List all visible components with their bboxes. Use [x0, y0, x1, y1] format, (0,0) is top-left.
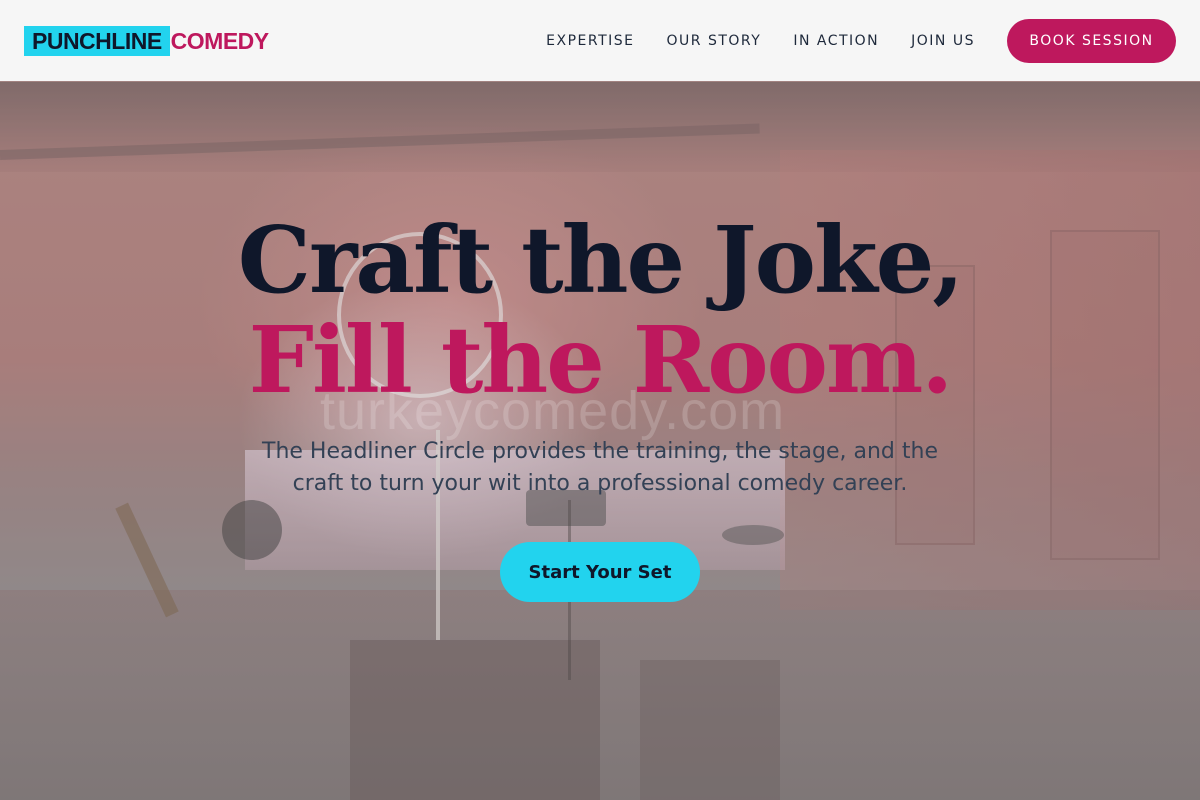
main-nav: EXPERTISE OUR STORY IN ACTION JOIN US BO…	[546, 18, 1176, 63]
hero-headline-line2: Fill the Room.	[248, 306, 954, 414]
book-session-button[interactable]: BOOK SESSION	[1007, 18, 1176, 63]
start-your-set-button[interactable]: Start Your Set	[500, 542, 700, 602]
hero-subtitle: The Headliner Circle provides the traini…	[262, 439, 938, 496]
hero-section: Craft the Joke, Fill the Room. The Headl…	[0, 210, 1200, 602]
top-navbar: PUNCHLINE COMEDY EXPERTISE OUR STORY IN …	[0, 0, 1200, 81]
nav-link-our-story[interactable]: OUR STORY	[667, 33, 762, 49]
logo-text-punchline: PUNCHLINE	[24, 25, 170, 56]
hero-headline-line1: Craft the Joke,	[237, 206, 965, 314]
nav-link-join-us[interactable]: JOIN US	[911, 33, 975, 49]
nav-link-in-action[interactable]: IN ACTION	[793, 33, 879, 49]
logo-text-comedy: COMEDY	[170, 27, 269, 54]
site-logo[interactable]: PUNCHLINE COMEDY	[24, 25, 269, 56]
nav-link-expertise[interactable]: EXPERTISE	[546, 33, 634, 49]
